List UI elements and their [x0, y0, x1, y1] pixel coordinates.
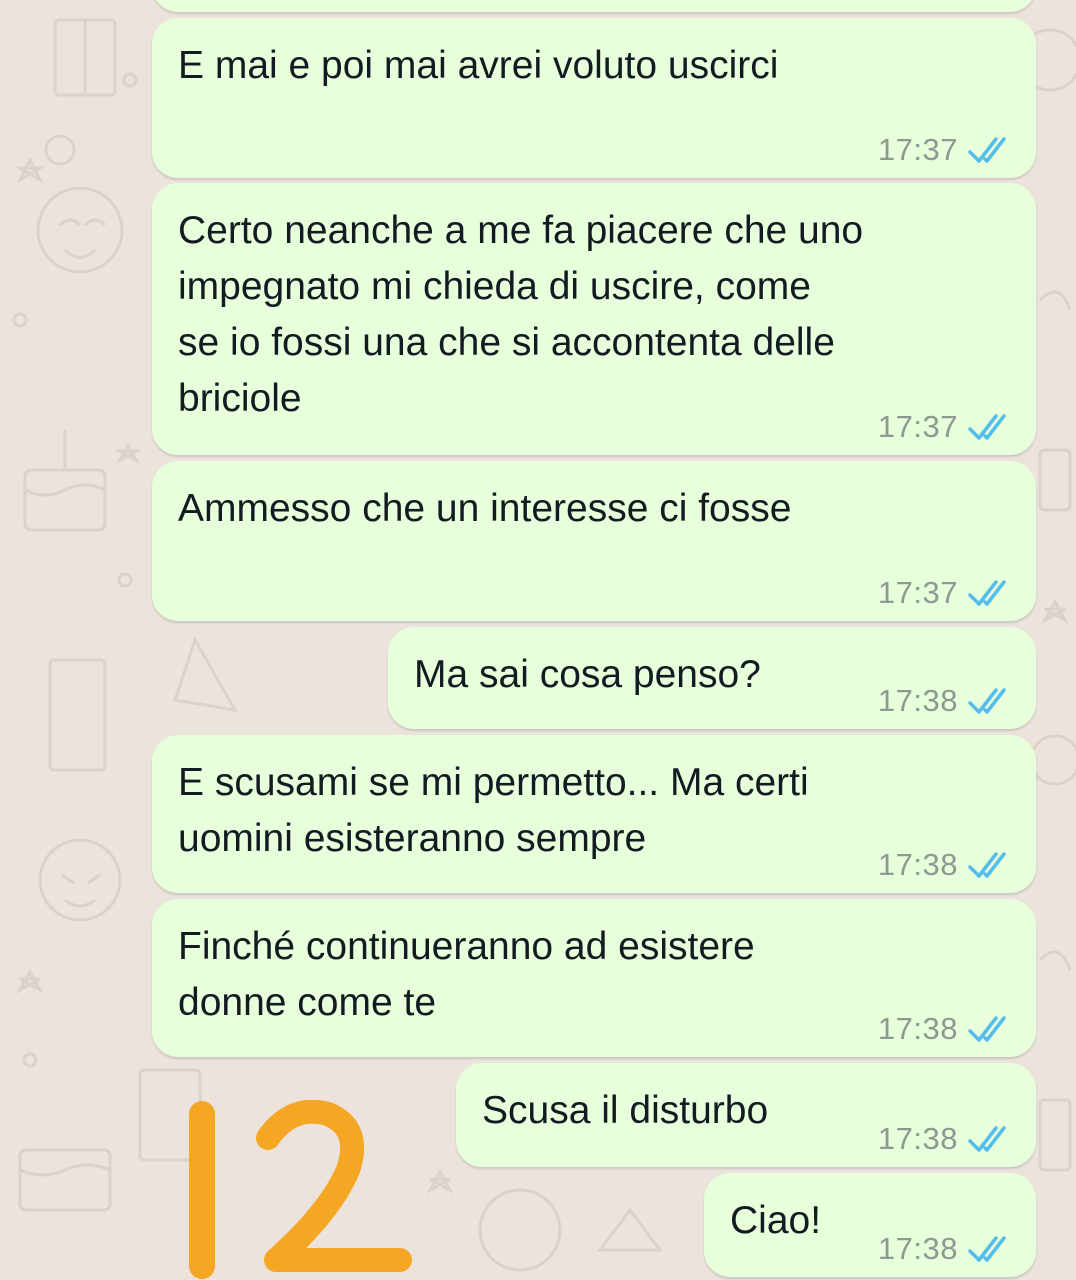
- message-time: 17:38: [877, 1121, 958, 1156]
- message-text: Certo neanche a me fa piacere che uno im…: [178, 209, 864, 420]
- message-meta: 17:38: [878, 1121, 1014, 1157]
- double-check-icon: [968, 1236, 1006, 1262]
- message-time: 17:38: [877, 847, 958, 882]
- message-meta: 17:38: [878, 1011, 1014, 1047]
- message-meta: 17:37: [878, 575, 1014, 611]
- message-time: 17:37: [877, 132, 958, 167]
- double-check-icon: [968, 580, 1006, 606]
- message-meta: 17:38: [878, 683, 1014, 719]
- message-text: Ciao!: [730, 1199, 822, 1242]
- message-meta: 17:37: [878, 132, 1014, 168]
- message-text: E scusami se mi permetto... Ma certi uom…: [178, 761, 809, 860]
- message-meta: 17:38: [878, 1231, 1014, 1267]
- message-bubble[interactable]: Ammesso che un interesse ci fosse 17:37: [152, 461, 1036, 621]
- message-bubble[interactable]: E scusami se mi permetto... Ma certi uom…: [152, 735, 1036, 893]
- handwritten-number-annotation: [189, 1100, 412, 1279]
- message-meta: 17:37: [878, 409, 1014, 445]
- message-text: Ma sai cosa penso?: [414, 653, 761, 696]
- double-check-icon: [968, 414, 1006, 440]
- double-check-icon: [968, 688, 1006, 714]
- double-check-icon: [968, 852, 1006, 878]
- message-meta: 17:38: [878, 847, 1014, 883]
- message-text: Ammesso che un interesse ci fosse: [178, 487, 792, 530]
- message-text: Finché continueranno ad esistere donne c…: [178, 925, 755, 1024]
- message-bubble[interactable]: Certo neanche a me fa piacere che uno im…: [152, 183, 1036, 455]
- message-bubble[interactable]: Ciao! 17:38: [704, 1173, 1036, 1277]
- message-bubble[interactable]: Finché continueranno ad esistere donne c…: [152, 899, 1036, 1057]
- message-time: 17:38: [877, 683, 958, 718]
- message-bubble[interactable]: Scusa il disturbo 17:38: [456, 1063, 1036, 1167]
- message-time: 17:37: [877, 575, 958, 610]
- message-time: 17:38: [877, 1231, 958, 1266]
- message-bubble[interactable]: E mai e poi mai avrei voluto uscirci 17:…: [152, 18, 1036, 178]
- double-check-icon: [968, 1016, 1006, 1042]
- double-check-icon: [968, 1126, 1006, 1152]
- message-text: E mai e poi mai avrei voluto uscirci: [178, 44, 779, 87]
- double-check-icon: [968, 137, 1006, 163]
- previous-message-bubble-fragment: [152, 0, 1036, 12]
- message-text: Scusa il disturbo: [482, 1089, 769, 1132]
- message-bubble[interactable]: Ma sai cosa penso? 17:38: [388, 627, 1036, 729]
- message-time: 17:37: [877, 409, 958, 444]
- message-time: 17:38: [877, 1011, 958, 1046]
